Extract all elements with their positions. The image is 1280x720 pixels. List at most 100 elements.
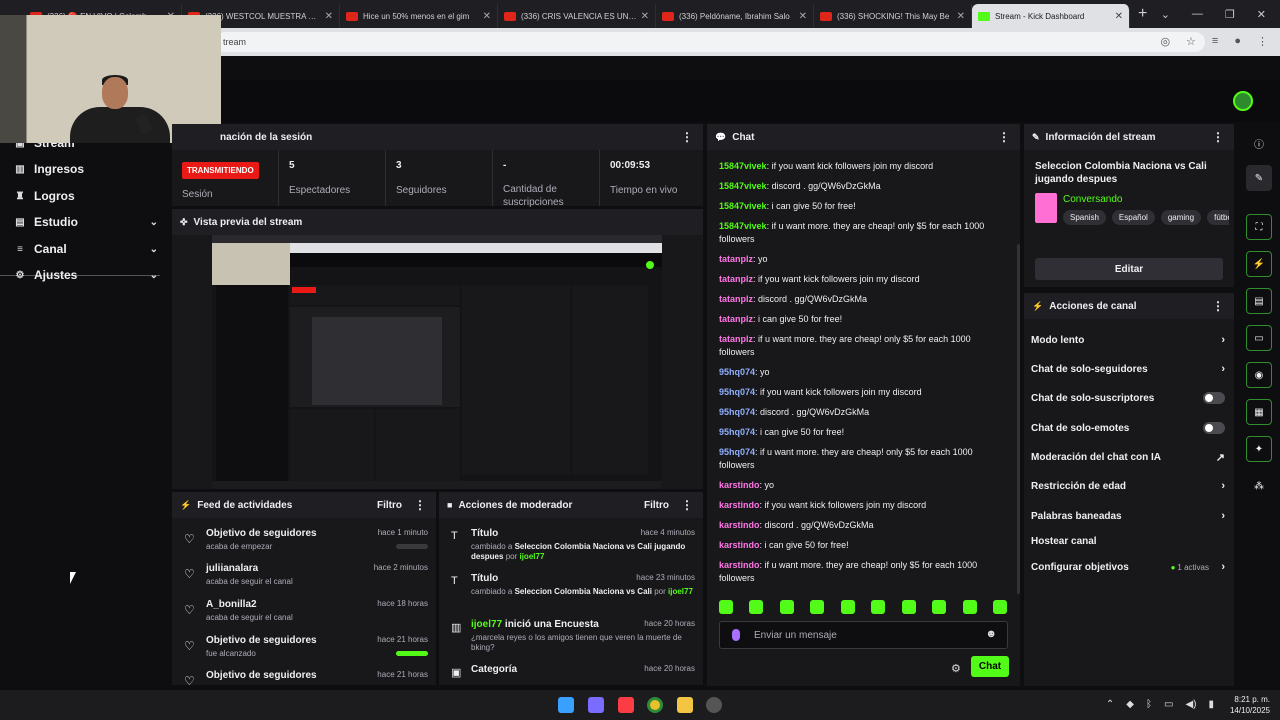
chat-username[interactable]: karstindo — [719, 540, 760, 550]
chat-username[interactable]: tatanplz — [719, 294, 753, 304]
close-tab-icon[interactable]: ✕ — [325, 11, 333, 22]
chat-username[interactable]: karstindo — [719, 560, 760, 570]
sidebar-item-logros[interactable]: ♜ Logros — [14, 186, 164, 206]
channel-action-item[interactable]: Moderación del chat con IA ↗ — [1031, 448, 1227, 466]
chat-input[interactable]: Enviar un mensaje ☻ — [719, 621, 1008, 649]
emote-icon[interactable] — [901, 600, 916, 614]
sidebar-item-ingresos[interactable]: ▥ Ingresos — [14, 159, 164, 179]
category-name[interactable]: Conversando — [1063, 194, 1122, 205]
chat-username[interactable]: 15847vivek — [719, 221, 767, 231]
new-tab-button[interactable]: + — [1138, 5, 1147, 23]
network-icon[interactable]: ◆ — [1126, 699, 1134, 710]
chat-settings-icon[interactable]: ⚙ — [951, 662, 961, 675]
more-icon[interactable]: ⋮ — [414, 498, 426, 512]
toggle-switch[interactable] — [1203, 422, 1225, 434]
channel-action-item[interactable]: Hostear canal — [1031, 532, 1227, 550]
mod-username[interactable]: ijoel77 — [471, 619, 502, 630]
chat-username[interactable]: 15847vivek — [719, 161, 767, 171]
emote-icon[interactable] — [719, 600, 733, 614]
feed-filter-button[interactable]: Filtro — [377, 500, 402, 511]
clipboard-icon[interactable]: ▤ — [1246, 288, 1272, 314]
more-icon[interactable]: ⋮ — [681, 130, 693, 144]
chat-username[interactable]: tatanplz — [719, 334, 753, 344]
emoji-icon[interactable]: ☻ — [985, 628, 997, 640]
browser-tab[interactable]: (336) Peldóname, Ibrahim Salo ✕ — [656, 4, 814, 28]
channel-action-item[interactable]: Chat de solo-seguidores › — [1031, 360, 1227, 378]
close-tab-icon[interactable]: ✕ — [641, 11, 649, 22]
music-icon[interactable] — [618, 697, 634, 713]
chat-username[interactable]: karstindo — [719, 500, 760, 510]
close-icon[interactable]: ✕ — [1257, 8, 1266, 21]
close-tab-icon[interactable]: ✕ — [483, 11, 491, 22]
layout-icon[interactable]: ▦ — [1246, 399, 1272, 425]
battery-icon[interactable]: ▮ — [1208, 699, 1214, 710]
stream-tag[interactable]: fútbol — [1207, 210, 1229, 225]
channel-action-item[interactable]: Chat de solo-suscriptores — [1031, 389, 1227, 407]
star-icon[interactable]: ☆ — [1186, 35, 1196, 48]
pencil-icon[interactable]: ✎ — [1246, 165, 1272, 191]
chat-scrollbar[interactable] — [1017, 244, 1020, 594]
emote-icon[interactable] — [932, 600, 947, 614]
sidebar-item-canal[interactable]: ≡ Canal ⌄ — [14, 239, 164, 259]
chrome-icon[interactable] — [647, 697, 663, 713]
channel-action-item[interactable]: Configurar objetivos 1 activas › — [1031, 558, 1227, 576]
chat-username[interactable]: 95hq074 — [719, 427, 755, 437]
toggle-switch[interactable] — [1203, 392, 1225, 404]
users-icon[interactable]: ⁂ — [1246, 473, 1272, 499]
more-icon[interactable]: ⋮ — [998, 130, 1010, 144]
mod-username[interactable]: ijoel77 — [668, 587, 693, 596]
close-tab-icon[interactable]: ✕ — [799, 11, 807, 22]
emote-icon[interactable] — [871, 600, 886, 614]
emote-icon[interactable] — [962, 600, 977, 614]
menu-icon[interactable]: ⋮ — [1257, 35, 1268, 48]
minimize-icon[interactable]: — — [1192, 8, 1203, 20]
broadcast-icon[interactable]: ◉ — [1246, 362, 1272, 388]
speaker-icon[interactable]: ◀) — [1185, 699, 1196, 710]
browser-tab[interactable]: (336) SHOCKING! This May Be ✕ — [814, 4, 972, 28]
profile-icon[interactable]: ● — [1234, 35, 1241, 48]
chat-username[interactable]: 15847vivek — [719, 201, 767, 211]
browser-tab[interactable]: Stream - Kick Dashboard ✕ — [972, 4, 1130, 28]
mod-username[interactable]: ijoel77 — [519, 552, 544, 561]
eye-off-icon[interactable]: ◎ — [1160, 35, 1170, 48]
playlist-icon[interactable]: ≡ — [1212, 35, 1218, 48]
folder-icon[interactable] — [677, 697, 693, 713]
display-icon[interactable]: ▭ — [1164, 699, 1173, 710]
chat-username[interactable]: tatanplz — [719, 274, 753, 284]
chat-username[interactable]: tatanplz — [719, 254, 753, 264]
url-field[interactable]: tream — [215, 32, 1205, 52]
more-icon[interactable]: ⋮ — [681, 498, 693, 512]
sidebar-item-estudio[interactable]: ▤ Estudio ⌄ — [14, 212, 164, 232]
chat-username[interactable]: 95hq074 — [719, 407, 755, 417]
mic-icon[interactable] — [732, 629, 740, 641]
emote-icon[interactable] — [840, 600, 855, 614]
mod-filter-button[interactable]: Filtro — [644, 500, 669, 511]
channel-action-item[interactable]: Chat de solo-emotes — [1031, 419, 1227, 437]
stream-tag[interactable]: Español — [1111, 210, 1155, 225]
chevron-down-icon[interactable]: ⌄ — [1161, 8, 1170, 21]
chat-username[interactable]: tatanplz — [719, 314, 753, 324]
expand-icon[interactable]: ⛶ — [1246, 214, 1272, 240]
chat-username[interactable]: 95hq074 — [719, 367, 755, 377]
close-tab-icon[interactable]: ✕ — [957, 11, 965, 22]
avatar[interactable] — [1233, 91, 1253, 111]
channel-action-item[interactable]: Palabras baneadas › — [1031, 507, 1227, 525]
restore-icon[interactable]: ❐ — [1225, 8, 1235, 21]
browser-tab[interactable]: Hice un 50% menos en el gim ✕ — [340, 4, 498, 28]
copilot-icon[interactable] — [588, 697, 604, 713]
windows-start-icon[interactable] — [558, 697, 574, 713]
bolt-icon[interactable]: ⚡ — [1246, 251, 1272, 277]
emote-icon[interactable] — [749, 600, 764, 614]
stream-tag[interactable]: Spanish — [1063, 210, 1106, 225]
chat-username[interactable]: karstindo — [719, 480, 760, 490]
edit-button[interactable]: Editar — [1035, 258, 1223, 280]
channel-action-item[interactable]: Restricción de edad › — [1031, 477, 1227, 495]
clock[interactable]: 8:21 p. m. 14/10/2025 — [1230, 694, 1270, 716]
more-icon[interactable]: ⋮ — [1212, 130, 1224, 144]
steam-icon[interactable] — [706, 697, 722, 713]
chat-username[interactable]: 95hq074 — [719, 447, 755, 457]
emote-icon[interactable] — [992, 600, 1007, 614]
chat-username[interactable]: karstindo — [719, 520, 760, 530]
emote-icon[interactable] — [779, 600, 794, 614]
bluetooth-icon[interactable]: ᛒ — [1146, 699, 1152, 710]
